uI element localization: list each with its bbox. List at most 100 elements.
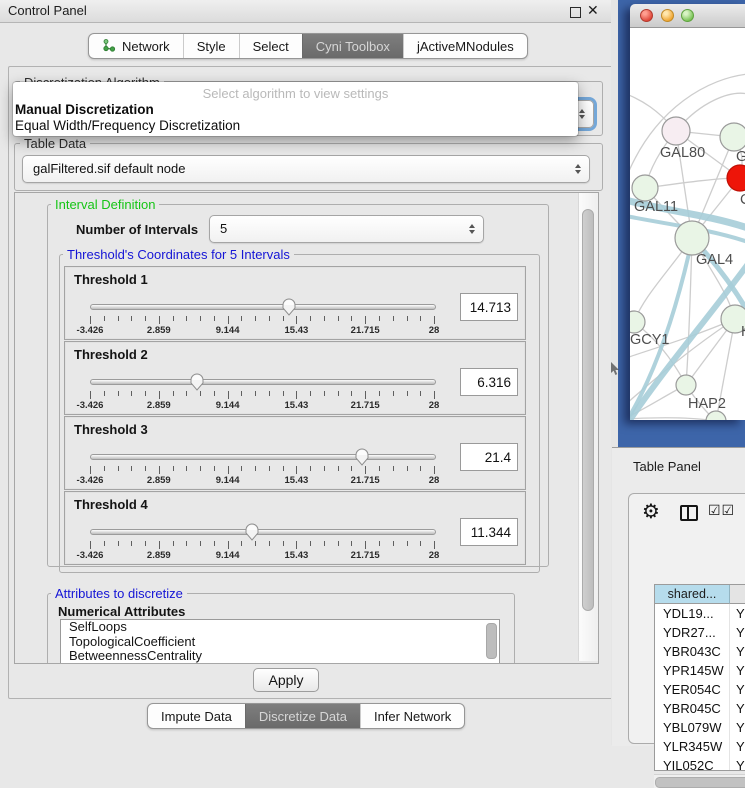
slider-tick [283, 466, 284, 471]
network-node-edge[interactable] [706, 411, 726, 420]
table-row[interactable]: YBR043CYBR0 [655, 642, 745, 661]
network-node-label[interactable]: GCY1 [630, 332, 670, 348]
control-panel-titlebar: Control Panel [0, 0, 618, 23]
column-header-shared-name[interactable]: shared... [655, 585, 730, 604]
minimize-window-icon[interactable] [661, 9, 674, 22]
tab-network[interactable]: Network [89, 34, 183, 58]
threshold-slider-track[interactable] [90, 304, 436, 310]
slider-tick [159, 466, 160, 474]
network-canvas[interactable]: GAL80 GA C GAL11 GAL4 GCY1 H HAP2 [630, 28, 745, 420]
tab-label: Select [253, 39, 289, 54]
slider-tick [351, 466, 352, 471]
tab-jactivemnodules[interactable]: jActiveMNodules [403, 34, 527, 58]
slider-tick [104, 316, 105, 321]
network-node-c[interactable] [727, 165, 745, 191]
network-window-titlebar[interactable] [630, 4, 745, 28]
slider-tick [351, 541, 352, 546]
network-node-label[interactable]: C [740, 192, 745, 208]
slider-tick [379, 316, 380, 321]
tab-discretize-data[interactable]: Discretize Data [245, 704, 360, 728]
table-data-combobox[interactable]: galFiltered.sif default node [22, 155, 590, 183]
slider-tick [393, 541, 394, 546]
table-row[interactable]: YBL079WYBL0 [655, 718, 745, 737]
table-row[interactable]: YER054CYER0 [655, 680, 745, 699]
numerical-attributes-list[interactable]: SelfLoopsTopologicalCoefficientBetweenne… [60, 619, 500, 664]
threshold-slider-thumb[interactable] [244, 522, 260, 541]
tab-cyni-toolbox[interactable]: Cyni Toolbox [302, 34, 403, 58]
threshold-value-field[interactable]: 6.316 [460, 368, 518, 396]
threshold-slider-track[interactable] [90, 379, 436, 385]
attribute-item-betweennesscentrality[interactable]: BetweennessCentrality [61, 649, 499, 664]
threshold-slider-thumb[interactable] [354, 447, 370, 466]
cell-name: YBL0 [730, 718, 745, 737]
select-columns-icon[interactable]: ☑☑ [708, 503, 735, 519]
network-node-label[interactable]: H [741, 324, 745, 340]
gear-icon[interactable]: ⚙ [642, 501, 660, 521]
threshold-panel-3: Threshold 3-3.4262.8599.14415.4321.71528… [64, 416, 526, 490]
network-node-gal11[interactable] [632, 175, 658, 201]
slider-tick [118, 541, 119, 546]
slider-tick [214, 316, 215, 321]
dropdown-option-manual-discretization[interactable]: Manual Discretization [15, 102, 154, 117]
column-layout-icon[interactable] [680, 505, 698, 521]
table-hscrollbar-track[interactable] [654, 774, 745, 788]
slider-tick [420, 541, 421, 546]
slider-tick [283, 541, 284, 546]
tab-select[interactable]: Select [239, 34, 302, 58]
number-of-intervals-combobox[interactable]: 5 [209, 215, 484, 243]
threshold-value-field[interactable]: 14.713 [460, 293, 518, 321]
threshold-slider-track[interactable] [90, 454, 436, 460]
network-node-label[interactable]: HAP2 [688, 396, 726, 412]
network-node-label[interactable]: GAL80 [660, 145, 705, 161]
network-node-gal80[interactable] [662, 117, 690, 145]
slider-tick [365, 541, 366, 549]
threshold-value-field[interactable]: 21.4 [460, 443, 518, 471]
slider-tick [434, 391, 435, 399]
screen: { "window": { "title": "Control Panel", … [0, 0, 745, 745]
table-row[interactable]: YLR345WYLR3 [655, 737, 745, 756]
dropdown-option-equal-width-frequency-discretization[interactable]: Equal Width/Frequency Discretization [15, 118, 240, 133]
tab-infer-network[interactable]: Infer Network [360, 704, 464, 728]
slider-tick [379, 466, 380, 471]
threshold-slider-track[interactable] [90, 529, 436, 535]
tab-style[interactable]: Style [183, 34, 239, 58]
slider-tick [338, 541, 339, 546]
slider-tick [90, 466, 91, 474]
threshold-panel-1: Threshold 1-3.4262.8599.14415.4321.71528… [64, 266, 526, 340]
table-row[interactable]: YDR27...YDR2 [655, 623, 745, 642]
network-node-label[interactable]: GAL11 [634, 199, 678, 215]
network-node-label[interactable]: GA [736, 149, 745, 165]
table-row[interactable]: YDL19...YDL1 [655, 604, 745, 623]
slider-tick [145, 316, 146, 321]
table-row[interactable]: YPR145WYPR1 [655, 661, 745, 680]
table-row[interactable]: YIL052CYIL0 [655, 756, 745, 771]
list-scrollbar-thumb[interactable] [486, 623, 497, 659]
slider-tick [310, 391, 311, 396]
table-hscrollbar-thumb[interactable] [655, 777, 745, 788]
network-node-hap2[interactable] [676, 375, 696, 395]
close-window-icon[interactable] [640, 9, 653, 22]
column-header-name[interactable]: na [730, 585, 745, 604]
slider-tick [393, 316, 394, 321]
slider-tick [214, 391, 215, 396]
settings-scrollbar-thumb[interactable] [582, 209, 594, 611]
close-panel-icon[interactable]: ✕ [587, 2, 599, 19]
threshold-slider-thumb[interactable] [281, 297, 297, 316]
apply-button[interactable]: Apply [253, 668, 319, 692]
float-window-icon[interactable] [570, 7, 581, 18]
table-data-value: galFiltered.sif default node [33, 161, 185, 176]
attribute-item-selfloops[interactable]: SelfLoops [61, 620, 499, 635]
network-node-label[interactable]: GAL4 [696, 252, 733, 268]
settings-scrollbar-track[interactable] [578, 193, 598, 661]
network-window[interactable]: GAL80 GA C GAL11 GAL4 GCY1 H HAP2 [630, 4, 745, 420]
zoom-window-icon[interactable] [681, 9, 694, 22]
attribute-item-topologicalcoefficient[interactable]: TopologicalCoefficient [61, 635, 499, 650]
threshold-slider-thumb[interactable] [189, 372, 205, 391]
slider-tick [200, 391, 201, 396]
tab-impute-data[interactable]: Impute Data [148, 704, 245, 728]
network-node-gal4[interactable] [675, 221, 709, 255]
network-node-ga[interactable] [720, 123, 745, 151]
table-row[interactable]: YBR045CYBR0 [655, 699, 745, 718]
threshold-value-field[interactable]: 11.344 [460, 518, 518, 546]
slider-tick-label: 28 [406, 475, 462, 486]
